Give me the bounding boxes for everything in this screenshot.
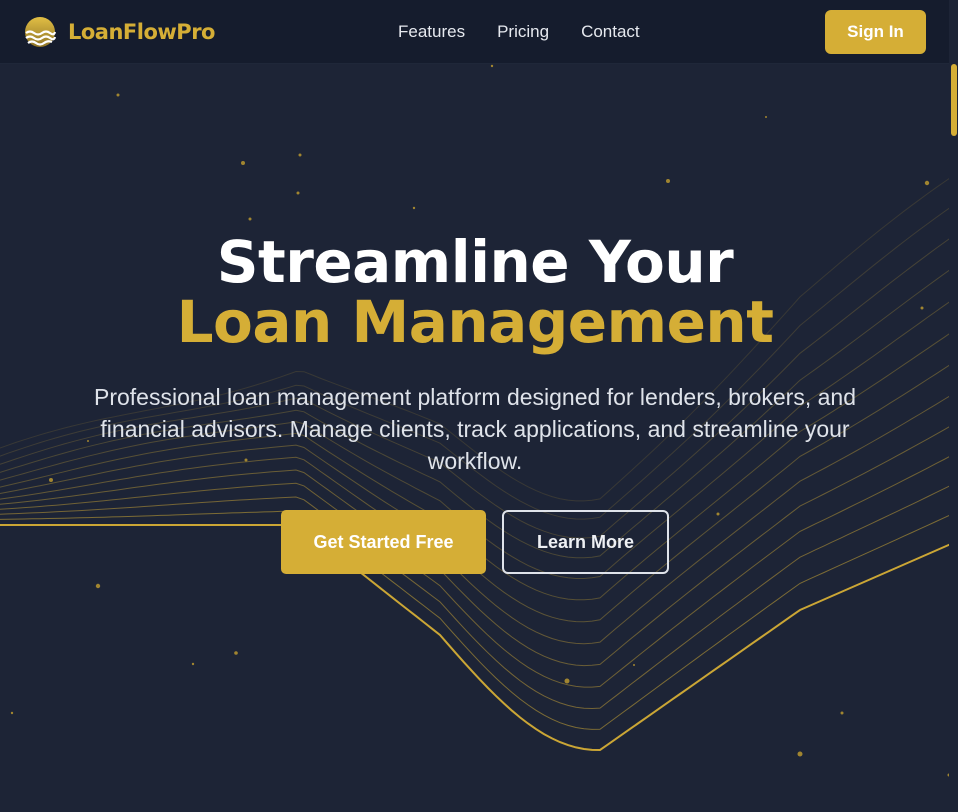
nav-link-pricing[interactable]: Pricing [497,22,549,42]
particle-dot [10,711,14,715]
particle-dot [248,217,252,221]
particle-dot [234,651,238,655]
sun-over-waves-icon [25,17,56,47]
particle-dot [840,711,844,715]
particle-dot [633,664,635,666]
particle-dot [666,179,670,183]
particle-dot [49,478,53,482]
particle-dot [797,751,803,757]
particle-dot [564,678,570,684]
particle-dot [716,512,720,516]
hero-subtitle: Professional loan management platform de… [94,384,856,474]
particle-dot [296,191,300,195]
brand-name: LoanFlowPro [68,20,215,44]
particle-dot [241,161,245,165]
landing-page: LoanFlowPro Features Pricing Contact Sig… [0,0,958,812]
nav-links: Features Pricing Contact [398,0,672,64]
particle-dot [116,93,120,97]
nav-link-features[interactable]: Features [398,22,465,42]
particle-dot [95,583,101,589]
page-scrollbar[interactable] [949,0,958,812]
get-started-button[interactable]: Get Started Free [281,510,486,574]
navbar: LoanFlowPro Features Pricing Contact Sig… [0,0,958,64]
particle-dot [924,180,930,186]
scrollbar-thumb[interactable] [951,64,957,136]
nav-link-contact[interactable]: Contact [581,22,640,42]
particle-dot [191,662,195,666]
particle-dot [490,64,494,68]
hero-title-line-1: Streamline Your [216,228,734,296]
brand-link[interactable]: LoanFlowPro [24,15,215,49]
hero-title-line-2: Loan Management [176,288,774,356]
particle-dot [412,206,416,210]
learn-more-button[interactable]: Learn More [502,510,669,574]
particle-dot [765,116,767,118]
particle-dot [298,153,302,157]
hero-title: Streamline Your Loan Management [0,232,950,352]
sign-in-button[interactable]: Sign In [825,10,926,54]
